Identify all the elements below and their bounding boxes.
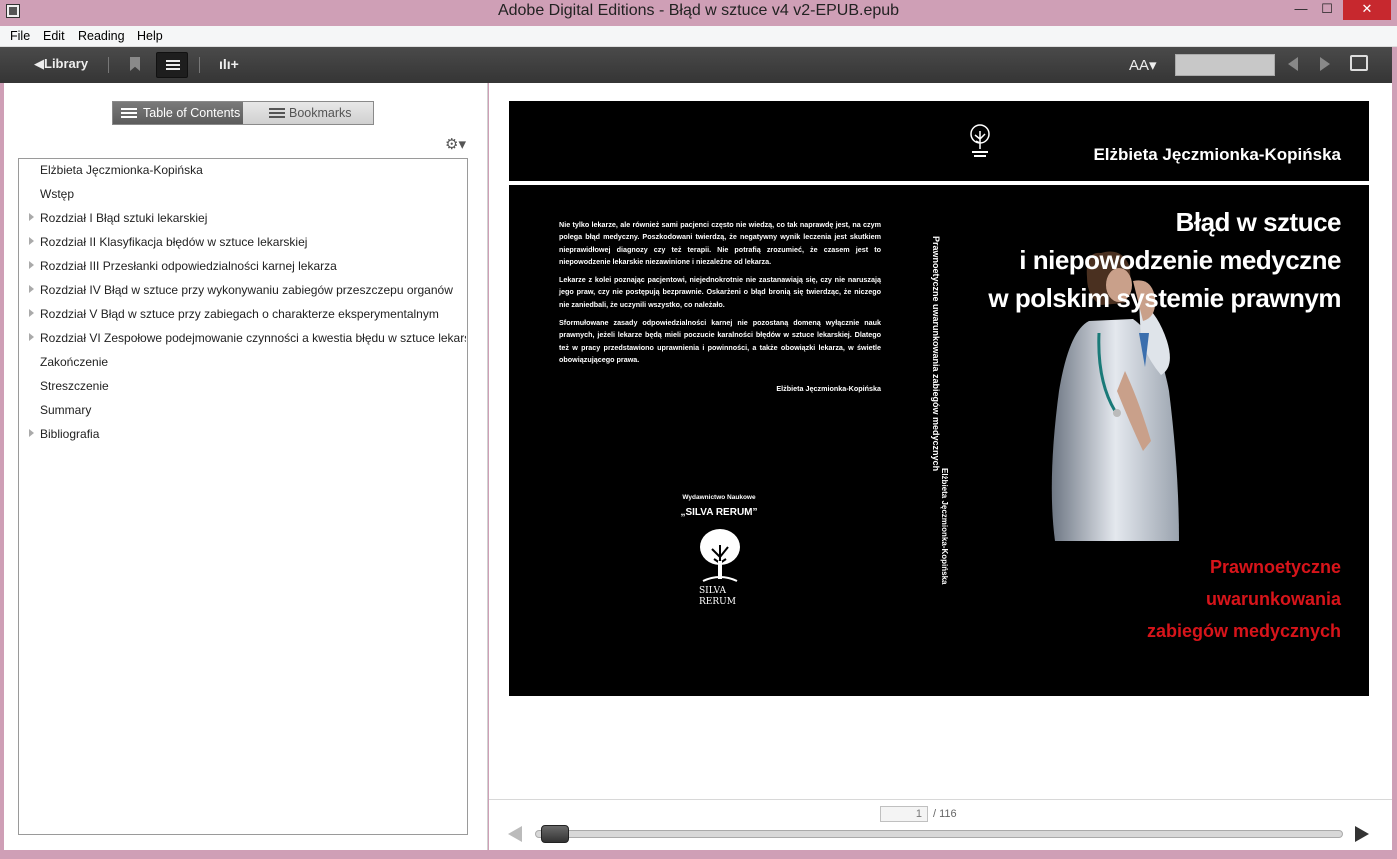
back-signature: Elżbieta Jęczmionka-Kopińska	[776, 384, 881, 393]
tab-toc-label: Table of Contents	[143, 106, 241, 120]
window-title: Adobe Digital Editions - Błąd w sztuce v…	[497, 2, 900, 19]
toc-item-label: Rozdział VI Zespołowe podejmowanie czynn…	[40, 331, 466, 345]
cover-subtitle: Prawnoetyczne uwarunkowania zabiegów med…	[1081, 551, 1341, 647]
pane-tabs: Table of Contents Bookmarks	[112, 101, 374, 125]
search-input[interactable]	[1175, 54, 1275, 76]
toolbar: ◀Library ılı+ AA▾	[0, 47, 1392, 83]
publisher-line1: Wydawnictwo Naukowe	[682, 494, 756, 501]
toc-item-label: Rozdział III Przesłanki odpowiedzialnośc…	[40, 259, 337, 273]
toc-item[interactable]: Rozdział III Przesłanki odpowiedzialnośc…	[19, 257, 466, 279]
cover-title: Błąd w sztuce i niepowodzenie medyczne w…	[941, 203, 1341, 317]
page-number-input[interactable]: 1	[880, 806, 928, 822]
menu-bar: File Edit Reading Help	[0, 26, 1397, 47]
bookmarks-list-icon	[269, 108, 285, 118]
font-size-button[interactable]: AA▾	[1129, 56, 1157, 74]
menu-help[interactable]: Help	[137, 29, 163, 43]
page-total: / 116	[933, 808, 957, 820]
search-next-icon[interactable]	[1320, 57, 1330, 71]
menu-reading[interactable]: Reading	[78, 29, 125, 43]
fullscreen-icon[interactable]	[1350, 55, 1368, 71]
toc-item[interactable]: Zakończenie	[19, 353, 466, 375]
bookmark-icon[interactable]	[130, 57, 140, 71]
cover-title-line: i niepowodzenie medyczne	[1019, 245, 1341, 275]
logo-text-2: RERUM	[699, 597, 736, 607]
toc-list-icon	[121, 108, 137, 118]
add-bookmark-chart-icon[interactable]: ılı+	[219, 56, 239, 72]
close-button[interactable]: ✕	[1343, 0, 1391, 20]
back-paragraph: Sformułowane zasady odpowiedzialności ka…	[559, 318, 881, 364]
expand-triangle-icon[interactable]	[29, 429, 34, 437]
toc-item[interactable]: Rozdział I Błąd sztuki lekarskiej	[19, 209, 466, 231]
maximize-button[interactable]: ☐	[1312, 0, 1342, 20]
toc-item-label: Elżbieta Jęczmionka-Kopińska	[40, 163, 203, 177]
title-bar: Adobe Digital Editions - Błąd w sztuce v…	[0, 0, 1397, 26]
menu-edit[interactable]: Edit	[43, 29, 65, 43]
toc-item[interactable]: Rozdział IV Błąd w sztuce przy wykonywan…	[19, 281, 466, 303]
cover-divider	[509, 181, 1369, 185]
toc-item-label: Summary	[40, 403, 92, 417]
back-paragraph: Lekarze z kolei poznając pacjentowi, nie…	[559, 275, 881, 309]
toolbar-separator	[108, 57, 109, 73]
back-cover-text: Nie tylko lekarze, ale również sami pacj…	[559, 219, 881, 372]
cover-subtitle-line: uwarunkowania	[1205, 589, 1341, 609]
logo-text-1: SILVA	[699, 586, 727, 596]
cover-subtitle-line: Prawnoetyczne	[1209, 557, 1341, 577]
gear-icon[interactable]: ⚙▾	[445, 135, 466, 153]
toc-item[interactable]: Bibliografia	[19, 425, 466, 447]
page-slider-thumb[interactable]	[541, 825, 569, 843]
toc-toggle-button[interactable]	[156, 52, 188, 78]
publisher-logo-icon: SILVA RERUM	[699, 529, 740, 607]
toc-item[interactable]: Rozdział V Błąd w sztuce przy zabiegach …	[19, 305, 466, 327]
toc-item-label: Rozdział IV Błąd w sztuce przy wykonywan…	[40, 283, 453, 297]
spine-author: Elżbieta Jęczmionka-Kopińska	[940, 468, 949, 585]
toc-item-label: Bibliografia	[40, 427, 100, 441]
menu-file[interactable]: File	[10, 29, 30, 43]
prev-page-icon[interactable]	[508, 826, 522, 842]
toc-list: Elżbieta Jęczmionka-Kopińska Wstęp Rozdzia…	[18, 158, 468, 835]
cover-top-band	[509, 101, 1369, 181]
expand-triangle-icon[interactable]	[29, 309, 34, 317]
navigation-pane: Table of Contents Bookmarks ⚙▾ Elżbieta …	[4, 83, 488, 850]
toc-item[interactable]: Wstęp	[19, 185, 466, 207]
book-cover: Elżbieta Jęczmionka-Kopińska Nie tylko l…	[509, 101, 1369, 696]
toc-item-label: Rozdział I Błąd sztuki lekarskiej	[40, 211, 208, 225]
tree-logo-icon	[970, 124, 990, 157]
expand-triangle-icon[interactable]	[29, 213, 34, 221]
cover-title-line: Błąd w sztuce	[1175, 207, 1342, 237]
toc-item[interactable]: Rozdział VI Zespołowe podejmowanie czynn…	[19, 329, 466, 351]
cover-author: Elżbieta Jęczmionka-Kopińska	[1093, 145, 1341, 164]
tab-table-of-contents[interactable]: Table of Contents	[113, 102, 243, 124]
toc-item[interactable]: Streszczenie	[19, 377, 466, 399]
tab-bookmarks-label: Bookmarks	[289, 106, 352, 120]
page-slider-track[interactable]	[535, 830, 1343, 838]
search-prev-icon[interactable]	[1288, 57, 1298, 71]
page-navigation: 1 / 116	[489, 799, 1392, 850]
expand-triangle-icon[interactable]	[29, 261, 34, 269]
spine-title: Prawnoetyczne uwarunkowania zabiegów med…	[931, 236, 941, 472]
tab-bookmarks[interactable]: Bookmarks	[243, 102, 373, 124]
expand-triangle-icon[interactable]	[29, 237, 34, 245]
toc-item[interactable]: Summary	[19, 401, 466, 423]
toc-item[interactable]: Rozdział II Klasyfikacja błędów w sztuce…	[19, 233, 466, 255]
toc-item[interactable]: Elżbieta Jęczmionka-Kopińska	[19, 161, 466, 183]
toc-item-label: Wstęp	[40, 187, 75, 201]
cover-title-line: w polskim systemie prawnym	[988, 283, 1341, 313]
library-button[interactable]: ◀Library	[34, 56, 88, 72]
toc-item-label: Rozdział V Błąd w sztuce przy zabiegach …	[40, 307, 439, 321]
next-page-icon[interactable]	[1355, 826, 1369, 842]
toc-item-label: Rozdział II Klasyfikacja błędów w sztuce…	[40, 235, 308, 249]
toc-item-label: Zakończenie	[40, 355, 109, 369]
toc-item-label: Streszczenie	[40, 379, 109, 393]
expand-triangle-icon[interactable]	[29, 285, 34, 293]
back-paragraph: Nie tylko lekarze, ale również sami pacj…	[559, 220, 881, 266]
cover-subtitle-line: zabiegów medycznych	[1146, 621, 1341, 641]
expand-triangle-icon[interactable]	[29, 333, 34, 341]
publisher-line2: „SILVA RERUM”	[680, 507, 758, 518]
toolbar-separator	[199, 57, 200, 73]
reader-view: Elżbieta Jęczmionka-Kopińska Nie tylko l…	[489, 83, 1392, 799]
